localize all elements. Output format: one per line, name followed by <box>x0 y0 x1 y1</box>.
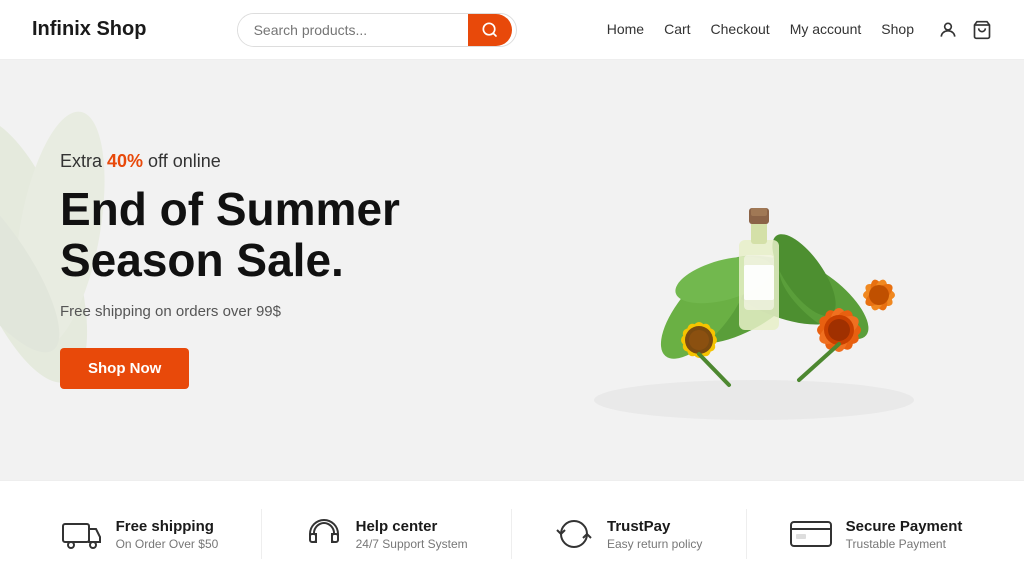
hero-shipping-text: Free shipping on orders over 99$ <box>60 303 400 320</box>
account-button[interactable] <box>938 20 958 40</box>
nav-links: Home Cart Checkout My account Shop <box>607 21 914 39</box>
feature-free-shipping: Free shipping On Order Over $50 <box>62 518 219 551</box>
feature-trustpay-title: TrustPay <box>607 518 702 535</box>
headset-icon <box>306 516 342 552</box>
feature-free-shipping-subtitle: On Order Over $50 <box>116 537 219 551</box>
shop-now-button[interactable]: Shop Now <box>60 348 189 389</box>
search-icon <box>482 22 498 38</box>
search-button[interactable] <box>468 14 512 46</box>
return-icon <box>555 515 593 553</box>
divider-3 <box>746 509 747 559</box>
features-section: Free shipping On Order Over $50 Help cen… <box>0 480 1024 587</box>
subtitle-suffix: off online <box>143 151 221 171</box>
feature-help-center-title: Help center <box>356 518 468 535</box>
divider-1 <box>261 509 262 559</box>
card-icon <box>790 519 832 549</box>
nav-myaccount[interactable]: My account <box>790 21 862 37</box>
search-bar <box>237 13 517 47</box>
header: Infinix Shop Home Cart Checkout My accou… <box>0 0 1024 60</box>
nav-checkout[interactable]: Checkout <box>711 21 770 37</box>
feature-secure-payment-subtitle: Trustable Payment <box>846 537 963 551</box>
feature-help-center-text: Help center 24/7 Support System <box>356 518 468 551</box>
search-input[interactable] <box>238 14 468 46</box>
nav-shop[interactable]: Shop <box>881 21 914 37</box>
feature-trustpay-subtitle: Easy return policy <box>607 537 702 551</box>
hero-content: Extra 40% off online End of Summer Seaso… <box>0 151 460 389</box>
feature-trustpay: TrustPay Easy return policy <box>555 515 702 553</box>
truck-icon <box>62 518 102 550</box>
discount-badge: 40% <box>107 151 143 171</box>
nav-cart[interactable]: Cart <box>664 21 690 37</box>
main-nav: Home Cart Checkout My account Shop <box>607 20 992 40</box>
cart-button[interactable] <box>972 20 992 40</box>
hero-subtitle: Extra 40% off online <box>60 151 400 172</box>
feature-secure-payment-text: Secure Payment Trustable Payment <box>846 518 963 551</box>
nav-icons <box>938 20 992 40</box>
feature-free-shipping-text: Free shipping On Order Over $50 <box>116 518 219 551</box>
hero-title-line2: Season Sale. <box>60 234 344 286</box>
hero-section: Extra 40% off online End of Summer Seaso… <box>0 60 1024 480</box>
feature-free-shipping-title: Free shipping <box>116 518 219 535</box>
user-icon <box>938 20 958 40</box>
hero-title: End of Summer Season Sale. <box>60 184 400 285</box>
feature-help-center: Help center 24/7 Support System <box>306 516 468 552</box>
nav-home[interactable]: Home <box>607 21 644 37</box>
hero-product-image <box>544 100 964 440</box>
feature-secure-payment-title: Secure Payment <box>846 518 963 535</box>
feature-trustpay-text: TrustPay Easy return policy <box>607 518 702 551</box>
hero-title-line1: End of Summer <box>60 183 400 235</box>
feature-help-center-subtitle: 24/7 Support System <box>356 537 468 551</box>
subtitle-prefix: Extra <box>60 151 107 171</box>
hero-illustration <box>544 100 964 440</box>
feature-secure-payment: Secure Payment Trustable Payment <box>790 518 963 551</box>
divider-2 <box>511 509 512 559</box>
cart-icon <box>972 20 992 40</box>
logo: Infinix Shop <box>32 18 146 41</box>
